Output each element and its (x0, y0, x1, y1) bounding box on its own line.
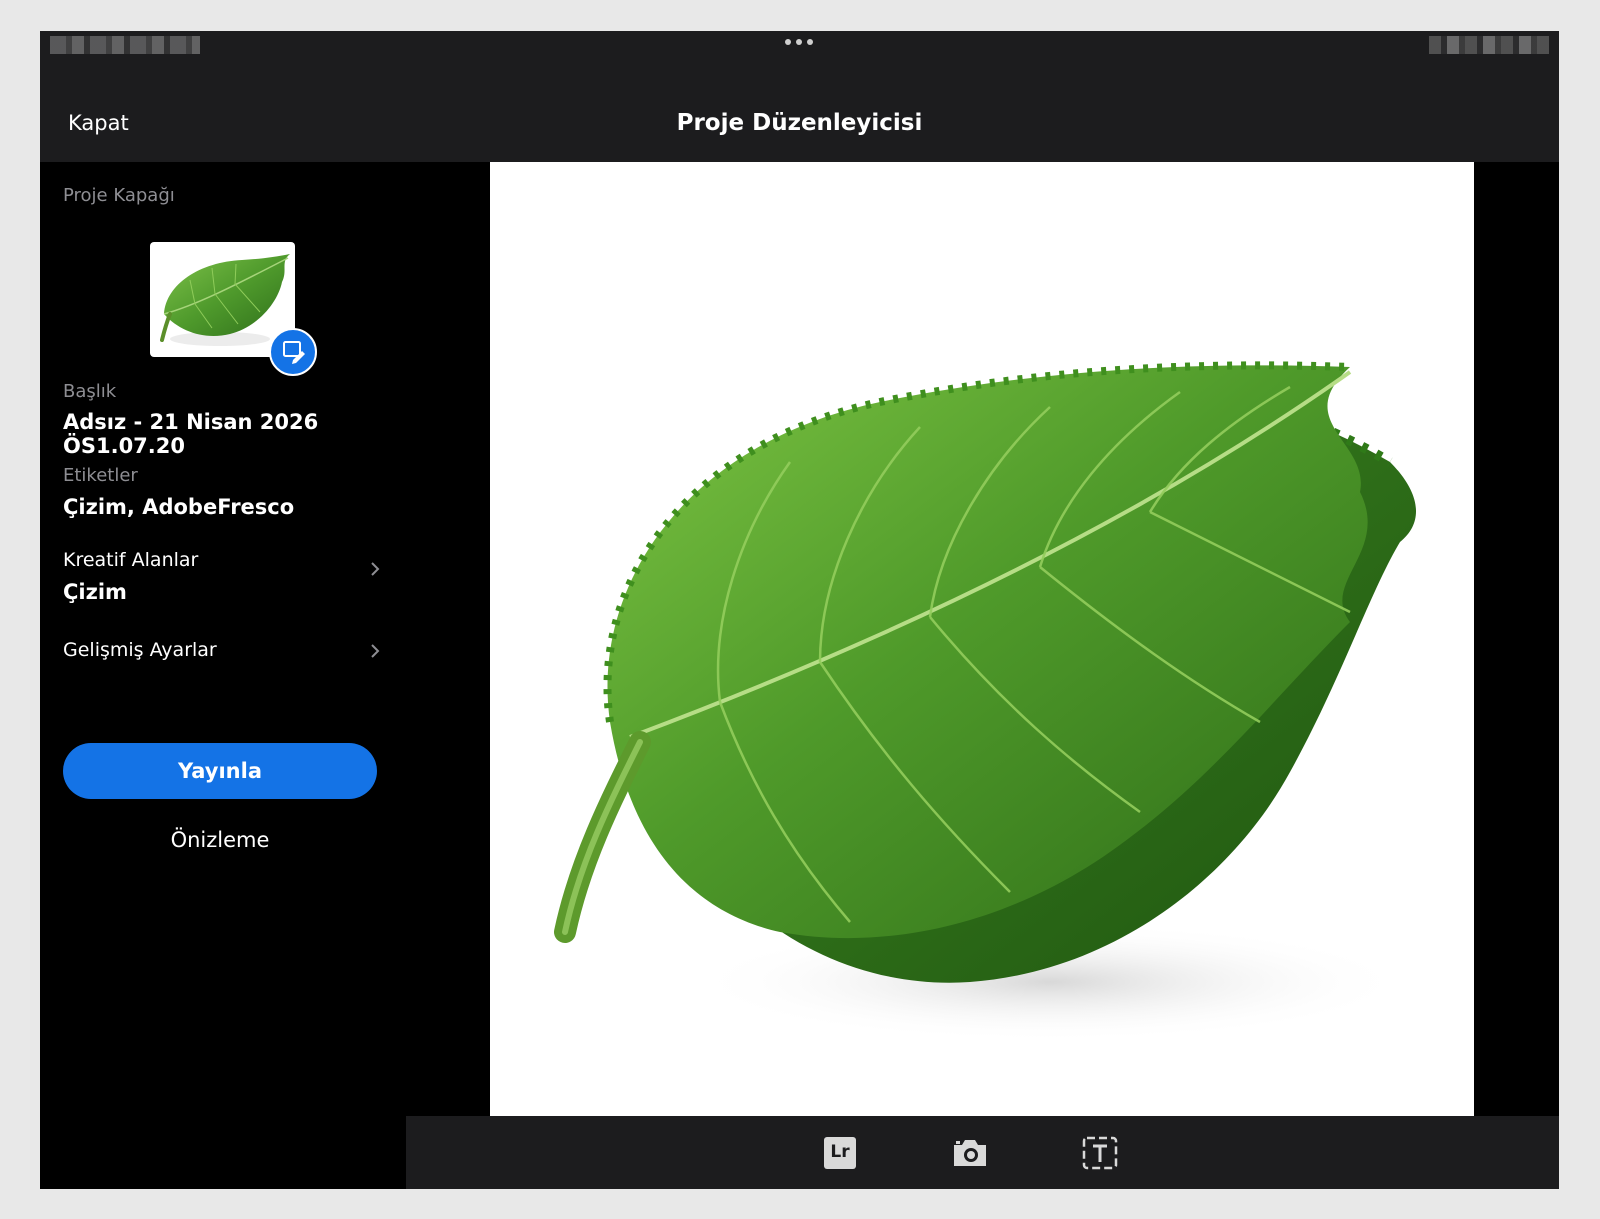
header-bar: Kapat Proje Düzenleyicisi (40, 59, 1559, 162)
page-title: Proje Düzenleyicisi (676, 110, 923, 136)
edit-cover-icon (283, 341, 305, 364)
preview-button[interactable]: Önizleme (63, 828, 377, 852)
leaf-image (554, 361, 1417, 1042)
advanced-settings-label: Gelişmiş Ayarlar (63, 639, 217, 661)
creative-fields-value: Çizim (63, 580, 127, 604)
edit-cover-button[interactable] (269, 328, 317, 376)
status-right-blurred (1429, 36, 1549, 54)
text-icon (1082, 1136, 1118, 1170)
creative-fields-label: Kreatif Alanlar (63, 549, 199, 571)
lightroom-icon-text: Lr (830, 1142, 850, 1162)
advanced-settings-row[interactable]: Gelişmiş Ayarlar (40, 637, 406, 677)
project-canvas[interactable] (490, 162, 1474, 1146)
tags-value[interactable]: Çizim, AdobeFresco (63, 495, 294, 519)
multitasking-dots-icon[interactable] (785, 39, 813, 45)
status-left-blurred (50, 36, 200, 54)
cover-label: Proje Kapağı (63, 185, 175, 206)
app-window: Kapat Proje Düzenleyicisi Proje Kapağı B… (40, 31, 1559, 1189)
camera-button[interactable] (951, 1134, 989, 1172)
title-label: Başlık (63, 381, 117, 402)
creative-fields-row[interactable]: Kreatif Alanlar Çizim (40, 547, 406, 617)
title-value[interactable]: Adsız - 21 Nisan 2026 ÖS1.07.20 (63, 410, 406, 458)
lightroom-button[interactable]: Lr (821, 1134, 859, 1172)
canvas-area (406, 162, 1559, 1189)
tags-label: Etiketler (63, 465, 138, 486)
chevron-right-icon (371, 644, 380, 658)
publish-button[interactable]: Yayınla (63, 743, 377, 799)
sidebar: Proje Kapağı Başlık Adsız - 21 Nisan 202… (40, 162, 406, 1189)
chevron-right-icon (371, 562, 380, 576)
text-button[interactable] (1081, 1134, 1119, 1172)
bottom-toolbar: Lr (406, 1116, 1559, 1189)
status-bar (40, 31, 1559, 59)
camera-icon (954, 1140, 986, 1166)
